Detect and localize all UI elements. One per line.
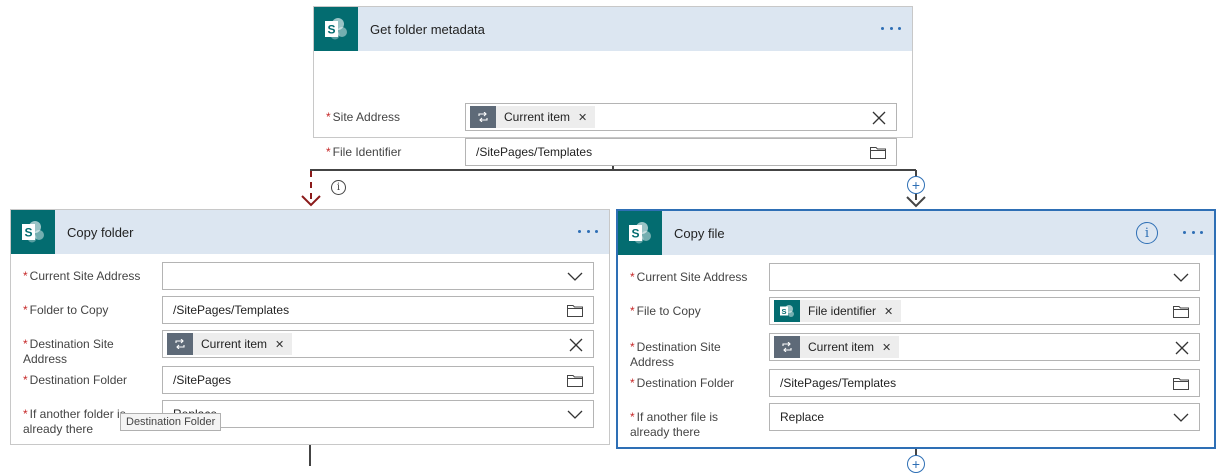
current-site-address-label: * Current Site Address <box>630 270 748 284</box>
loop-icon <box>167 333 193 355</box>
destination-site-address-field[interactable]: Current item ✕ <box>769 333 1200 361</box>
chevron-down-icon[interactable] <box>567 272 583 282</box>
sharepoint-logo-icon: S <box>11 210 55 254</box>
site-address-field[interactable]: Current item ✕ <box>465 103 897 131</box>
file-to-copy-field[interactable]: S File identifier ✕ <box>769 297 1200 325</box>
card-title: Get folder metadata <box>370 21 485 37</box>
folder-icon[interactable] <box>1173 305 1189 318</box>
file-identifier-token[interactable]: S File identifier ✕ <box>774 300 902 322</box>
get-folder-metadata-card[interactable]: S Get folder metadata * Site Address Curr… <box>313 6 913 166</box>
clear-icon[interactable] <box>569 338 583 352</box>
chevron-down-icon[interactable] <box>567 410 583 420</box>
destination-folder-field[interactable]: /SitePages/Templates <box>769 369 1200 397</box>
destination-folder-field[interactable]: /SitePages <box>162 366 594 394</box>
sharepoint-logo-icon: S <box>618 211 662 255</box>
connector-bottom-left <box>309 445 311 466</box>
svg-text:S: S <box>327 23 335 37</box>
sharepoint-logo-icon: S <box>774 300 800 322</box>
file-identifier-label: * File Identifier <box>326 145 402 159</box>
copy-file-card[interactable]: S Copy file i * Current Site Address * Fil… <box>616 209 1216 449</box>
loop-icon <box>774 336 800 358</box>
chevron-down-icon[interactable] <box>1173 273 1189 283</box>
file-identifier-field[interactable]: /SitePages/Templates <box>465 138 897 166</box>
svg-text:S: S <box>781 307 786 316</box>
destination-site-address-label: * Destination Site Address <box>23 337 114 366</box>
clear-icon[interactable] <box>1175 341 1189 355</box>
destination-folder-label: * Destination Folder <box>23 373 128 387</box>
current-site-address-dropdown[interactable] <box>769 263 1200 291</box>
card-header[interactable]: S Copy folder <box>11 210 609 254</box>
destination-folder-tooltip: Destination Folder <box>120 413 222 431</box>
info-icon[interactable]: i <box>1136 222 1158 244</box>
current-item-token[interactable]: Current item ✕ <box>774 336 900 358</box>
file-to-copy-label: * File to Copy <box>630 304 701 318</box>
remove-token-icon[interactable]: ✕ <box>882 341 891 354</box>
site-address-label: * Site Address <box>326 110 401 124</box>
current-item-token[interactable]: Current item ✕ <box>167 333 293 355</box>
remove-token-icon[interactable]: ✕ <box>578 111 587 124</box>
current-item-token[interactable]: Current item ✕ <box>470 106 596 128</box>
card-header[interactable]: S Get folder metadata <box>314 7 912 51</box>
card-title: Copy folder <box>67 224 134 240</box>
svg-text:S: S <box>631 227 639 241</box>
folder-to-copy-field[interactable]: /SitePages/Templates <box>162 296 594 324</box>
if-another-file-dropdown[interactable]: Replace <box>769 403 1200 431</box>
current-site-address-dropdown[interactable] <box>162 262 594 290</box>
loop-icon <box>470 106 496 128</box>
remove-token-icon[interactable]: ✕ <box>884 305 893 318</box>
if-another-folder-label: * If another folder is already there <box>23 407 126 436</box>
run-after-info-icon[interactable]: i <box>331 180 346 195</box>
add-step-plus-icon[interactable]: + <box>907 176 925 194</box>
destination-folder-label: * Destination Folder <box>630 376 735 390</box>
connector-horizontal <box>310 169 916 171</box>
folder-icon[interactable] <box>1173 377 1189 390</box>
card-header[interactable]: S Copy file i <box>618 211 1214 255</box>
more-options-icon[interactable] <box>1180 222 1206 242</box>
copy-folder-card[interactable]: S Copy folder * Current Site Address * Fol… <box>10 209 610 445</box>
folder-icon[interactable] <box>567 374 583 387</box>
arrow-down-red-icon <box>301 195 321 207</box>
svg-text:S: S <box>24 226 32 240</box>
folder-to-copy-label: * Folder to Copy <box>23 303 109 317</box>
add-step-plus-icon-bottom[interactable]: + <box>907 455 925 473</box>
clear-icon[interactable] <box>872 111 886 125</box>
if-another-file-label: * If another file is already there <box>630 410 719 439</box>
destination-site-address-field[interactable]: Current item ✕ <box>162 330 594 358</box>
more-options-icon[interactable] <box>878 18 904 38</box>
folder-icon[interactable] <box>567 304 583 317</box>
arrow-down-icon <box>906 196 926 208</box>
sharepoint-logo-icon: S <box>314 7 358 51</box>
remove-token-icon[interactable]: ✕ <box>275 338 284 351</box>
if-another-folder-dropdown[interactable]: Replace <box>162 400 594 428</box>
card-title: Copy file <box>674 225 725 241</box>
destination-site-address-label: * Destination Site Address <box>630 340 721 369</box>
more-options-icon[interactable] <box>575 221 601 241</box>
chevron-down-icon[interactable] <box>1173 413 1189 423</box>
current-site-address-label: * Current Site Address <box>23 269 141 283</box>
folder-icon[interactable] <box>870 146 886 159</box>
